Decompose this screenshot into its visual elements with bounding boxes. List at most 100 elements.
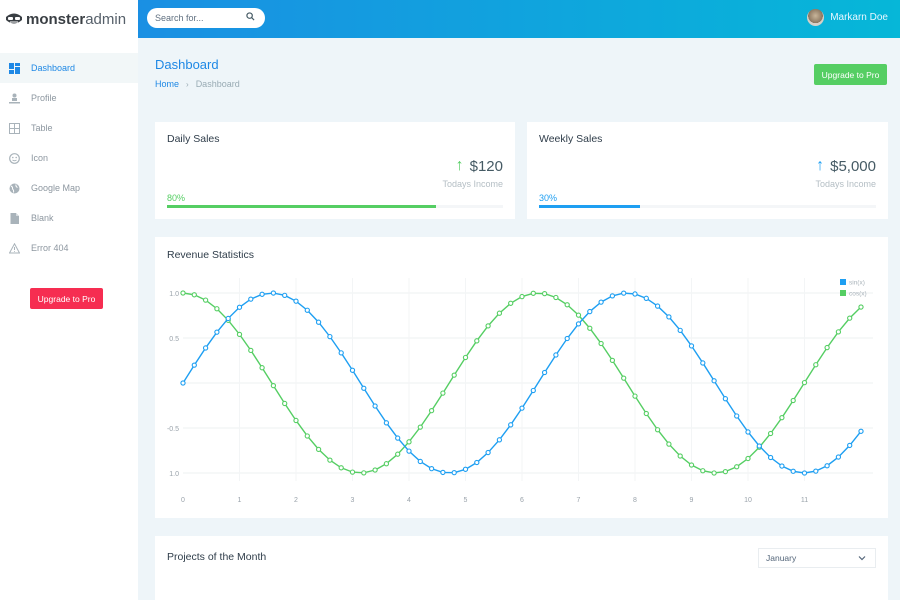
data-point: [214, 306, 220, 312]
data-point: [428, 465, 435, 472]
data-point: [361, 470, 367, 476]
data-point: [519, 405, 525, 411]
progress-bar: [167, 205, 503, 208]
legend-swatch: [840, 279, 846, 285]
data-point: [541, 290, 548, 297]
brand-logo[interactable]: monster admin: [0, 0, 138, 38]
data-point: [609, 293, 616, 299]
data-point: [304, 307, 310, 313]
data-point: [553, 294, 559, 301]
data-point: [858, 304, 864, 310]
data-point: [530, 290, 536, 296]
sidebar-item-profile[interactable]: Profile: [0, 83, 138, 113]
x-tick-label: 6: [520, 497, 524, 504]
data-point: [564, 302, 570, 308]
projects-card: Projects of the Month January: [155, 536, 888, 600]
data-point: [315, 319, 322, 325]
data-point: [801, 379, 808, 386]
sidebar-item-error-404[interactable]: Error 404: [0, 233, 138, 263]
search-icon[interactable]: [246, 12, 255, 21]
data-point: [440, 390, 446, 396]
data-point: [587, 308, 593, 315]
legend-swatch: [840, 290, 846, 296]
search-input[interactable]: Search for...: [147, 8, 265, 28]
data-point: [553, 352, 559, 358]
sidebar-item-table[interactable]: Table: [0, 113, 138, 143]
breadcrumb-separator-icon: ›: [186, 80, 189, 89]
data-point: [813, 468, 819, 474]
data-point: [745, 429, 751, 435]
month-select[interactable]: January: [758, 548, 876, 568]
y-tick-label: 0.5: [169, 336, 179, 343]
sidebar-upgrade-button[interactable]: Upgrade to Pro: [30, 288, 103, 309]
emoticon-icon: [9, 152, 20, 164]
card-title: Weekly Sales: [539, 133, 603, 145]
data-point: [338, 350, 344, 356]
x-tick-label: 1: [238, 497, 242, 504]
arrow-up-icon: ↑: [455, 157, 464, 174]
sidebar-item-dashboard[interactable]: Dashboard: [0, 53, 138, 83]
data-point: [790, 468, 796, 474]
x-tick-label: 0: [181, 497, 185, 504]
upgrade-button[interactable]: Upgrade to Pro: [814, 64, 887, 85]
y-tick-label: 1.0: [169, 471, 179, 478]
data-point: [722, 468, 729, 475]
data-point: [327, 457, 333, 463]
data-point: [361, 385, 367, 391]
data-point: [530, 387, 536, 394]
data-point: [259, 365, 265, 371]
data-point: [756, 443, 762, 449]
card-title: Daily Sales: [167, 133, 220, 145]
data-point: [632, 393, 638, 399]
data-point: [790, 397, 796, 404]
sidebar: Dashboard Profile Table Icon Google Map …: [0, 38, 138, 600]
data-point: [270, 382, 277, 389]
data-point: [315, 446, 322, 453]
data-point: [462, 466, 469, 472]
data-point: [372, 467, 378, 473]
x-tick-label: 5: [464, 497, 468, 504]
data-point: [801, 470, 808, 476]
data-point: [677, 453, 683, 459]
data-point: [440, 469, 446, 476]
data-point: [575, 312, 582, 318]
data-point: [779, 463, 785, 469]
data-point: [779, 415, 785, 421]
data-point: [519, 293, 525, 300]
sidebar-item-icon[interactable]: Icon: [0, 143, 138, 173]
sidebar-item-label: Profile: [31, 93, 57, 103]
stat-amount: $120: [469, 157, 503, 175]
data-point: [598, 340, 604, 347]
progress-bar: [539, 205, 876, 208]
sidebar-item-google-map[interactable]: Google Map: [0, 173, 138, 203]
data-point: [485, 449, 491, 456]
data-point: [474, 459, 480, 466]
data-point: [451, 372, 457, 378]
brand-name-light: admin: [85, 10, 127, 28]
data-point: [202, 297, 209, 303]
brand-name-bold: monster: [26, 10, 86, 28]
warning-icon: [9, 242, 20, 254]
breadcrumb-home[interactable]: Home: [155, 79, 179, 89]
x-tick-label: 4: [407, 497, 411, 504]
month-select-value: January: [766, 553, 797, 563]
data-point: [451, 470, 457, 476]
data-point: [621, 290, 627, 296]
dashboard-icon: [9, 62, 20, 74]
data-point: [395, 451, 401, 457]
sidebar-item-label: Icon: [31, 153, 49, 163]
data-point: [677, 327, 683, 334]
data-point: [372, 403, 378, 409]
x-tick-label: 2: [294, 497, 298, 504]
data-point: [587, 325, 593, 331]
data-point: [304, 433, 310, 439]
data-point: [338, 465, 344, 471]
avatar[interactable]: [807, 9, 825, 26]
sidebar-item-blank[interactable]: Blank: [0, 203, 138, 233]
user-menu[interactable]: Markarn Doe: [807, 9, 888, 26]
legend-label: sin(x): [849, 280, 865, 287]
data-point: [688, 462, 695, 468]
data-point: [666, 441, 672, 447]
x-tick-label: 11: [801, 497, 808, 504]
data-point: [202, 345, 209, 351]
